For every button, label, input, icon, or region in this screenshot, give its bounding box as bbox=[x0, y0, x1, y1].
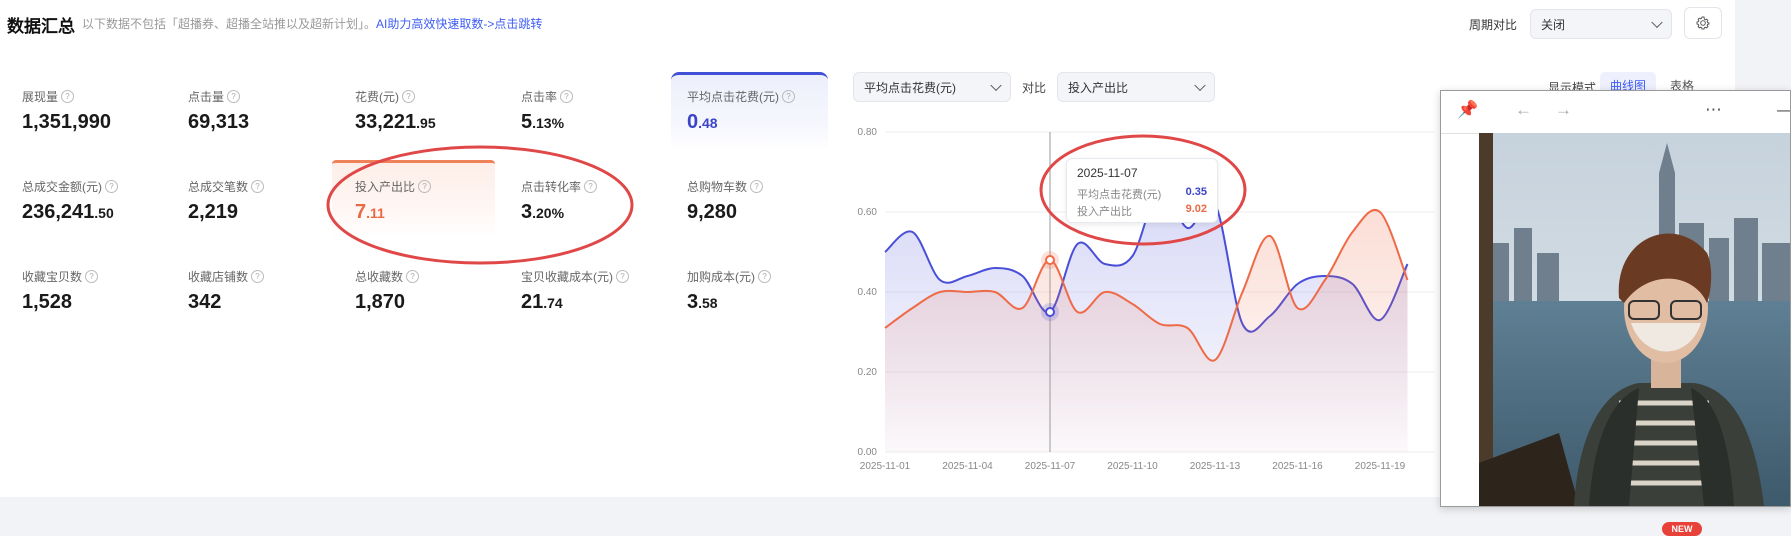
period-compare-select[interactable]: 关闭 bbox=[1530, 9, 1672, 39]
photo-image bbox=[1479, 133, 1790, 506]
x-tick-label: 2025-11-16 bbox=[1272, 461, 1323, 472]
more-icon[interactable]: ⋯ bbox=[1705, 100, 1722, 120]
metric-value: 21 bbox=[521, 291, 544, 313]
x-tick-label: 2025-11-19 bbox=[1355, 461, 1406, 472]
gear-icon bbox=[1696, 16, 1710, 30]
chevron-down-icon bbox=[1651, 16, 1663, 29]
annotation-ellipse-tooltip bbox=[1039, 134, 1247, 246]
period-compare-label: 周期对比 bbox=[1469, 18, 1518, 32]
x-tick-label: 2025-11-10 bbox=[1107, 461, 1158, 472]
pin-icon[interactable]: 📌 bbox=[1457, 100, 1478, 120]
x-tick-label: 2025-11-01 bbox=[860, 461, 911, 472]
viewer-toolbar: 📌 ← → ⋯ — bbox=[1441, 91, 1790, 134]
back-arrow-icon[interactable]: ← bbox=[1515, 100, 1532, 120]
y-tick-label: 0.40 bbox=[858, 287, 878, 298]
y-tick-label: 0.20 bbox=[858, 367, 878, 378]
metric-value: 1,870 bbox=[355, 291, 406, 313]
period-compare-value: 关闭 bbox=[1541, 17, 1566, 32]
metric-value-decimal: .74 bbox=[543, 295, 563, 311]
metric-value-decimal: .58 bbox=[698, 295, 718, 311]
metric-value: 1,528 bbox=[22, 291, 73, 313]
settings-button[interactable] bbox=[1684, 7, 1722, 39]
x-tick-label: 2025-11-13 bbox=[1190, 461, 1241, 472]
new-badge: NEW bbox=[1662, 522, 1702, 536]
y-tick-label: 0.00 bbox=[858, 447, 878, 458]
forward-arrow-icon[interactable]: → bbox=[1555, 100, 1572, 120]
metric-value: 342 bbox=[188, 291, 222, 313]
x-tick-label: 2025-11-07 bbox=[1025, 461, 1076, 472]
x-tick-label: 2025-11-04 bbox=[942, 461, 993, 472]
annotation-layer bbox=[326, 134, 1247, 265]
metric-value: 3 bbox=[687, 291, 699, 313]
image-viewer-window[interactable]: 📌 ← → ⋯ — bbox=[1440, 90, 1791, 507]
annotation-ellipse-metrics bbox=[326, 145, 634, 265]
minimize-icon[interactable]: — bbox=[1777, 100, 1790, 120]
hover-point bbox=[1045, 307, 1055, 317]
